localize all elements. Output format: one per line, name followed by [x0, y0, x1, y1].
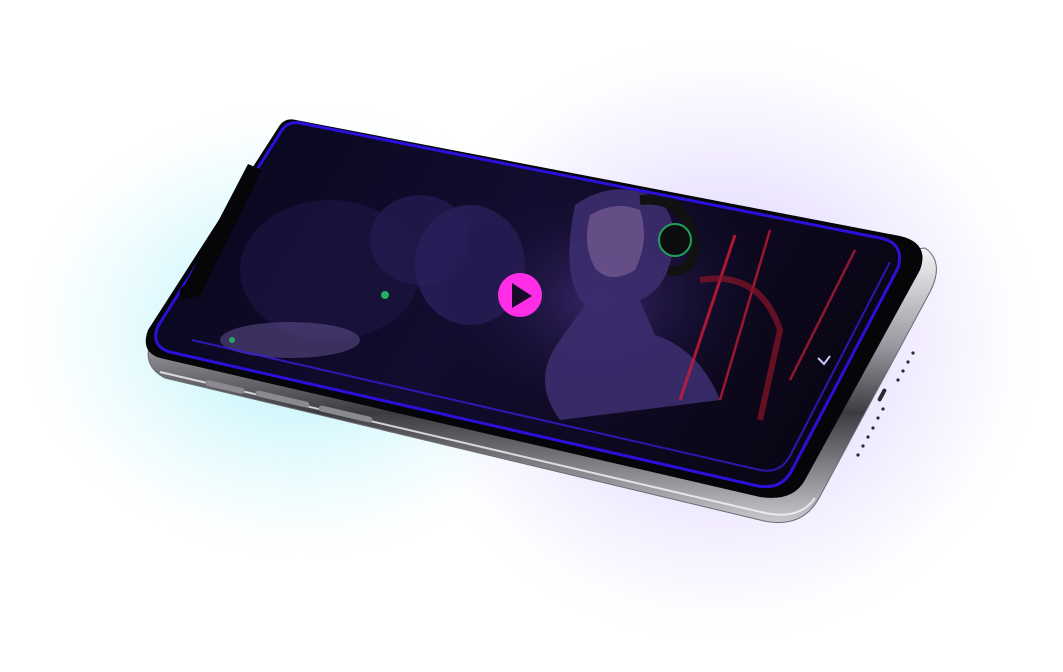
mockup-stage	[0, 0, 1063, 672]
phone-mockup	[145, 119, 937, 523]
play-button[interactable]	[498, 273, 542, 317]
